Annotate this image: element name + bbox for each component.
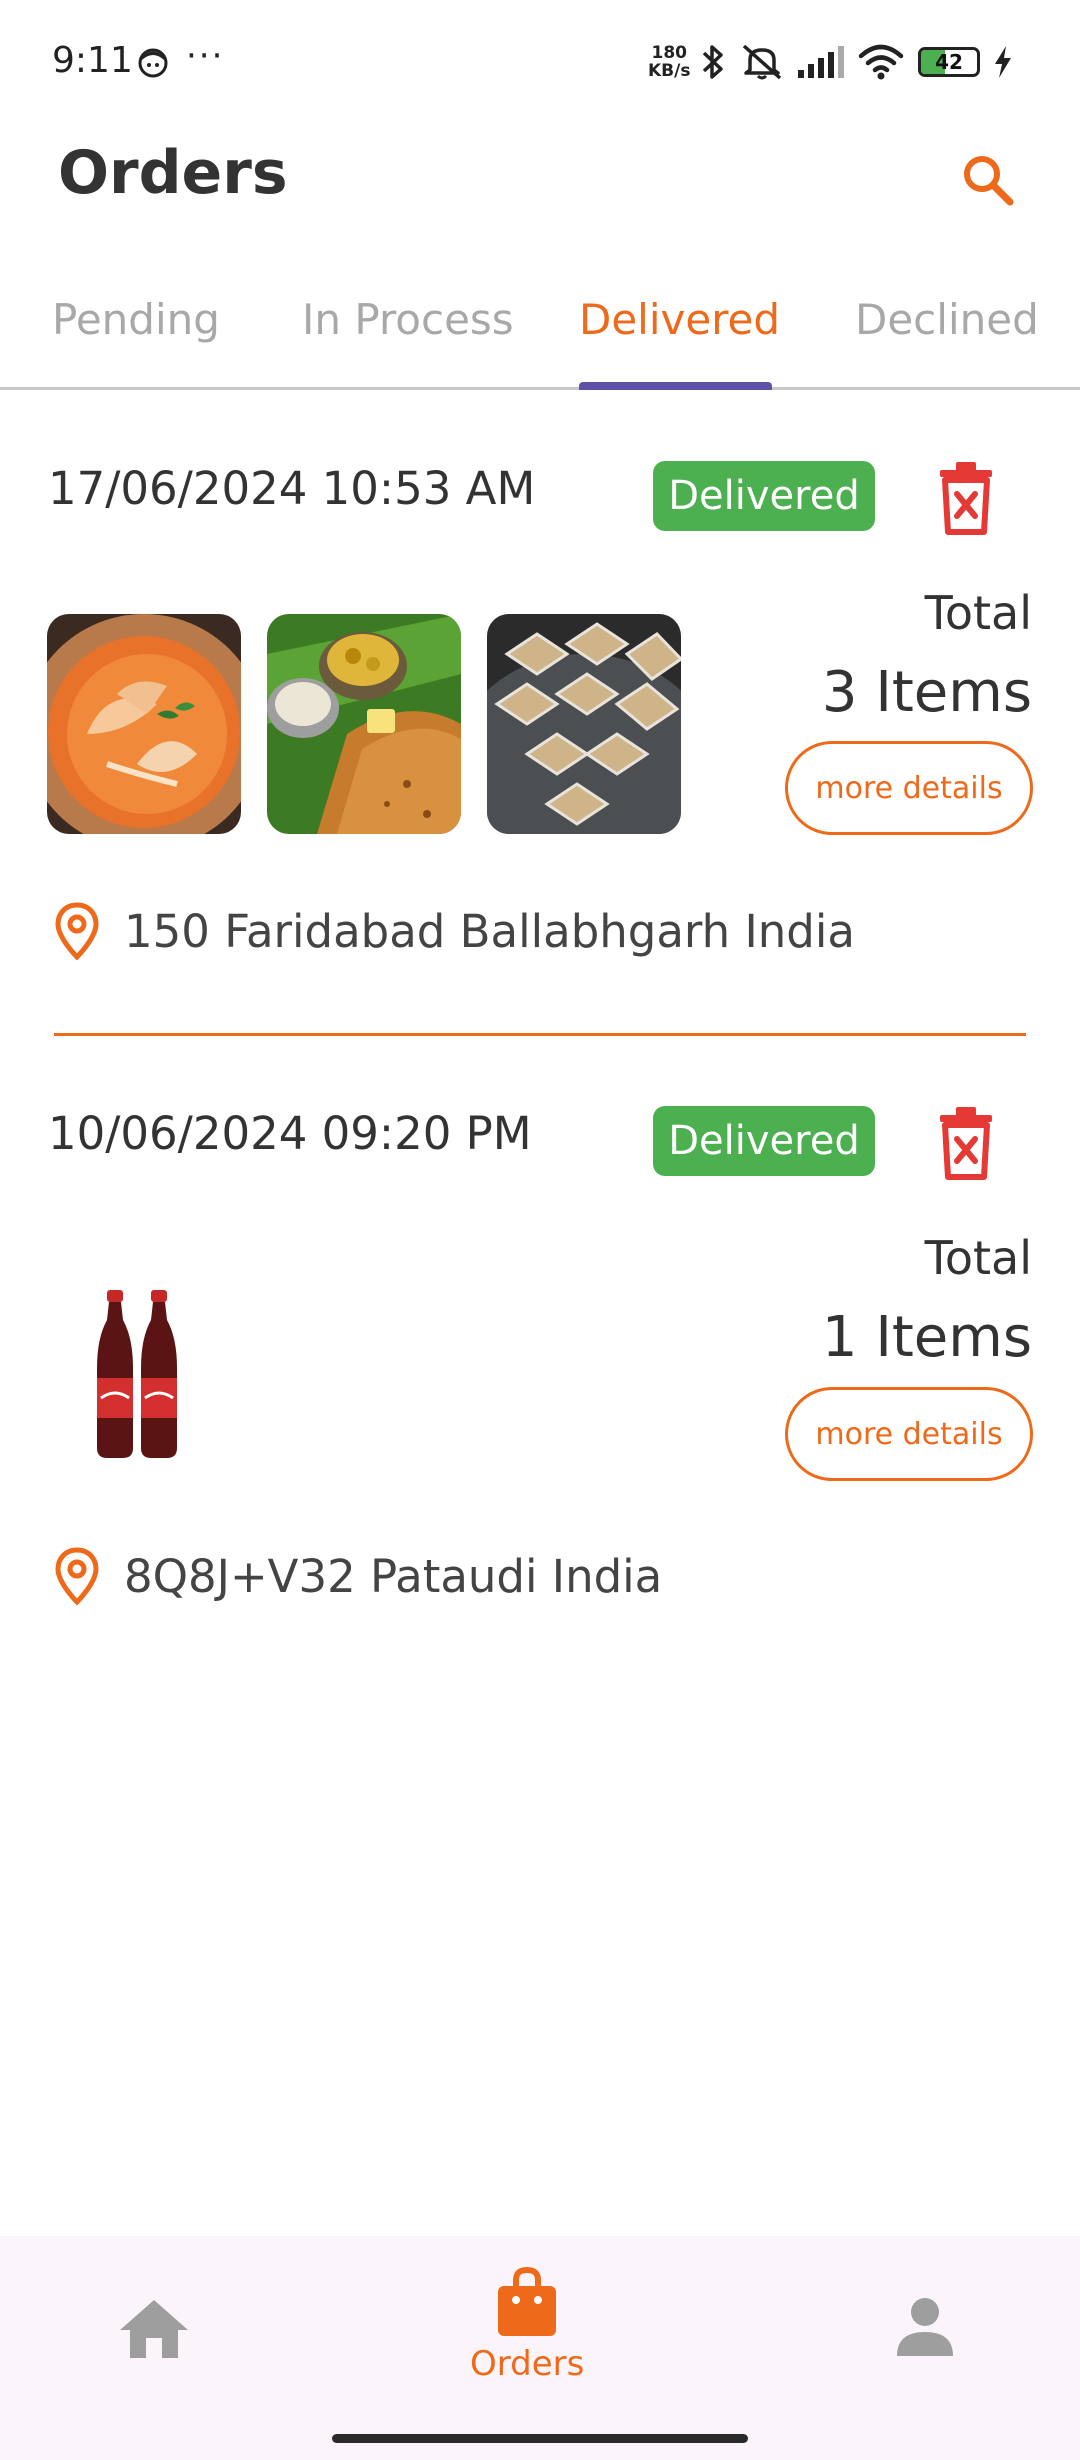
status-bar: 9:11 ··· 180 KB/s 42 — [0, 0, 1080, 130]
delivery-address: 8Q8J+V32 Pataudi India — [54, 1547, 662, 1605]
face-icon — [138, 48, 168, 78]
coca-cola-bottles-image — [47, 1258, 241, 1478]
bottom-navigation: Orders — [0, 2236, 1080, 2460]
order-divider — [54, 1033, 1026, 1036]
location-pin-icon — [55, 1547, 99, 1605]
status-badge: Delivered — [653, 461, 875, 531]
home-icon — [120, 2300, 188, 2358]
kaju-katli-image — [487, 614, 681, 834]
wifi-icon — [858, 44, 904, 80]
shopping-bag-icon — [498, 2266, 557, 2336]
home-indicator[interactable] — [332, 2434, 748, 2443]
more-details-button[interactable]: more details — [785, 1387, 1033, 1481]
person-icon — [897, 2298, 953, 2356]
tab-in-process[interactable]: In Process — [302, 295, 514, 344]
items-count: 3 Items — [821, 660, 1032, 725]
more-notifications-icon: ··· — [186, 36, 225, 76]
battery-icon: 42 — [918, 47, 980, 77]
mute-icon — [742, 44, 782, 80]
tab-delivered[interactable]: Delivered — [579, 295, 780, 344]
nav-home[interactable] — [118, 2296, 190, 2362]
address-text: 150 Faridabad Ballabhgarh India — [124, 904, 855, 958]
status-icons: 42 — [700, 42, 1012, 82]
status-time: 9:11 — [52, 40, 133, 81]
signal-icon — [798, 46, 844, 78]
paneer-curry-image — [47, 614, 241, 834]
tab-pending[interactable]: Pending — [52, 295, 220, 344]
status-badge: Delivered — [653, 1106, 875, 1176]
nav-profile[interactable] — [893, 2294, 957, 2358]
address-text: 8Q8J+V32 Pataudi India — [124, 1549, 663, 1603]
nav-orders[interactable]: Orders — [470, 2266, 584, 2384]
page-title: Orders — [58, 138, 288, 208]
items-count: 1 Items — [821, 1305, 1032, 1370]
delivery-address: 150 Faridabad Ballabhgarh India — [54, 902, 855, 960]
bluetooth-icon — [702, 45, 723, 79]
delete-icon[interactable] — [936, 1105, 996, 1181]
net-speed: 180 KB/s — [648, 43, 691, 81]
more-details-button[interactable]: more details — [785, 741, 1033, 835]
active-tab-indicator — [579, 382, 772, 390]
delete-icon[interactable] — [936, 460, 996, 536]
total-label: Total — [924, 586, 1032, 640]
order-datetime: 10/06/2024 09:20 PM — [48, 1107, 532, 1160]
charging-icon — [995, 46, 1011, 78]
order-datetime: 17/06/2024 10:53 AM — [48, 462, 536, 515]
tab-declined[interactable]: Declined — [855, 295, 1039, 344]
search-icon[interactable] — [958, 150, 1018, 210]
total-label: Total — [924, 1231, 1032, 1285]
location-pin-icon — [55, 902, 99, 960]
masala-dosa-image — [267, 614, 461, 834]
order-status-tabs: Pending In Process Delivered Declined — [0, 285, 1080, 390]
nav-orders-label: Orders — [470, 2344, 585, 2384]
